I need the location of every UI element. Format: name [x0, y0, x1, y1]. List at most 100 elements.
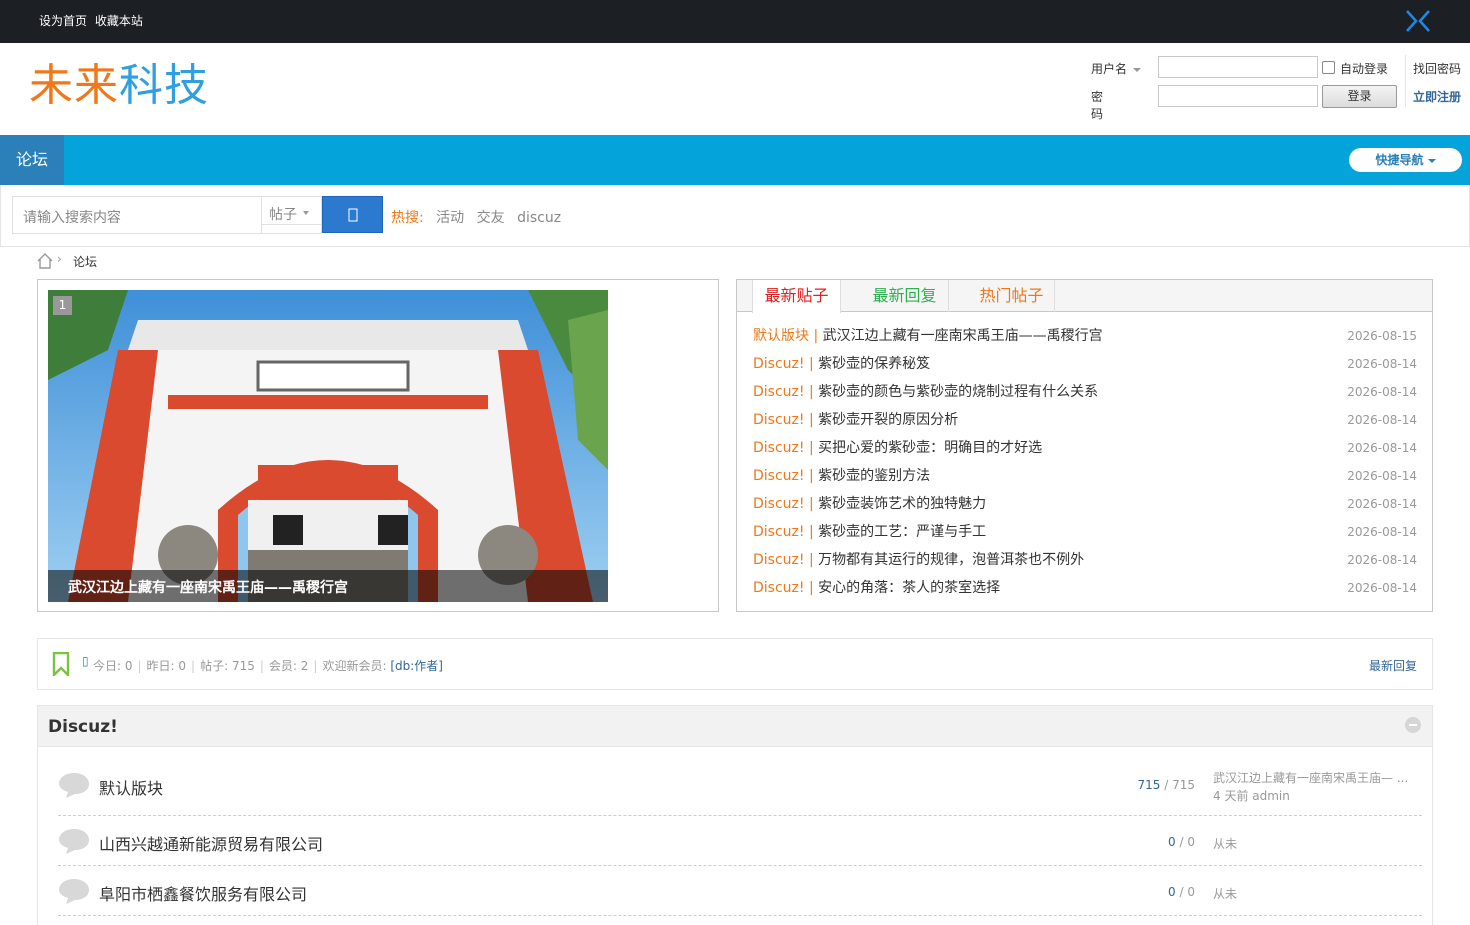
list-item[interactable]: Discuz! | 紫砂壶的颜色与紫砂壶的烧制过程有什么关系 2026-08-14 — [753, 382, 1417, 402]
thread-count: 0 — [1168, 885, 1176, 899]
username-type-select[interactable]: 用户名 — [1091, 60, 1142, 77]
post-title[interactable]: 武汉江边上藏有一座南宋禹王庙——禹稷行宫 — [823, 328, 1103, 344]
logo-part1: 未来 — [29, 60, 119, 111]
collapse-icon[interactable] — [1405, 717, 1421, 733]
post-date: 2026-08-14 — [1347, 469, 1417, 483]
list-item[interactable]: Discuz! | 紫砂壶装饰艺术的独特魅力 2026-08-14 — [753, 494, 1417, 514]
search-type-select[interactable]: 帖子 — [261, 196, 322, 234]
post-date: 2026-08-14 — [1347, 357, 1417, 371]
post-title[interactable]: 紫砂壶开裂的原因分析 — [818, 412, 958, 428]
slide-index[interactable]: 1 — [53, 296, 72, 315]
last-post-title[interactable]: 武汉江边上藏有一座南宋禹王庙— ... — [1213, 769, 1408, 786]
list-item[interactable]: Discuz! | 紫砂壶的鉴别方法 2026-08-14 — [753, 466, 1417, 486]
login-button[interactable]: 登录 — [1322, 85, 1397, 108]
post-forum[interactable]: Discuz! | — [753, 412, 814, 428]
search-input[interactable]: 请输入搜索内容 — [12, 196, 262, 234]
forum-counts: 715 / 715 — [1098, 778, 1196, 792]
post-title[interactable]: 紫砂壶的工艺：严谨与手工 — [818, 524, 986, 540]
slide-caption[interactable]: 武汉江边上藏有一座南宋禹王庙——禹稷行宫 — [48, 570, 608, 602]
forum-icon[interactable] — [58, 771, 90, 799]
register-link[interactable]: 立即注册 — [1413, 88, 1461, 105]
search-button[interactable] — [322, 196, 383, 233]
post-forum[interactable]: Discuz! | — [753, 496, 814, 512]
slide-image[interactable] — [48, 290, 608, 602]
list-item[interactable]: Discuz! | 万物都有其运行的规律，泡普洱茶也不例外 2026-08-14 — [753, 550, 1417, 570]
auto-login-checkbox[interactable] — [1322, 61, 1335, 74]
forum-group-title[interactable]: Discuz! — [48, 717, 118, 737]
tab-latest-replies[interactable]: 最新回复 — [861, 280, 949, 312]
hot-term[interactable]: 交友 — [477, 210, 505, 226]
auto-login-label[interactable]: 自动登录 — [1340, 60, 1388, 77]
forum-icon[interactable] — [58, 877, 90, 905]
set-home-link[interactable]: 设为首页 — [39, 14, 87, 28]
list-item[interactable]: Discuz! | 紫砂壶的工艺：严谨与手工 2026-08-14 — [753, 522, 1417, 542]
forum-name[interactable]: 默认版块 — [99, 775, 163, 799]
forum-name[interactable]: 山西兴越通新能源贸易有限公司 — [99, 831, 323, 855]
username-input[interactable] — [1158, 56, 1318, 78]
post-title[interactable]: 紫砂壶的保养秘笈 — [818, 356, 930, 372]
list-item[interactable]: Discuz! | 安心的角落：茶人的茶室选择 2026-08-14 — [753, 578, 1417, 598]
hot-term[interactable]: discuz — [517, 210, 561, 226]
list-item[interactable]: Discuz! | 买把心爱的紫砂壶：明确目的才好选 2026-08-14 — [753, 438, 1417, 458]
forum-row: 默认版块 715 / 715 武汉江边上藏有一座南宋禹王庙— ... 4 天前 … — [58, 758, 1422, 816]
news-panel: 最新贴子 最新回复 热门帖子 默认版块 | 武汉江边上藏有一座南宋禹王庙——禹稷… — [736, 279, 1433, 612]
post-forum[interactable]: Discuz! | — [753, 468, 814, 484]
post-date: 2026-08-14 — [1347, 525, 1417, 539]
home-icon[interactable] — [36, 252, 54, 270]
post-title[interactable]: 紫砂壶的颜色与紫砂壶的烧制过程有什么关系 — [818, 384, 1098, 400]
forgot-password-link[interactable]: 找回密码 — [1413, 60, 1461, 77]
latest-replies-link[interactable]: 最新回复 — [1369, 657, 1417, 674]
stat-members: 会员: 2 — [268, 659, 309, 673]
post-date: 2026-08-14 — [1347, 413, 1417, 427]
post-title[interactable]: 买把心爱的紫砂壶：明确目的才好选 — [818, 440, 1042, 456]
new-member-link[interactable]: [db:作者] — [390, 659, 443, 673]
stat-posts: 帖子: 715 — [200, 659, 255, 673]
password-input[interactable] — [1158, 85, 1318, 107]
breadcrumb-current[interactable]: 论坛 — [73, 253, 97, 270]
list-item[interactable]: Discuz! | 紫砂壶开裂的原因分析 2026-08-14 — [753, 410, 1417, 430]
stat-today: 今日: 0 — [93, 659, 133, 673]
chevron-down-icon — [303, 211, 309, 215]
post-count: / 715 — [1164, 778, 1195, 792]
post-forum[interactable]: Discuz! | — [753, 384, 814, 400]
site-logo[interactable]: 未来科技 — [29, 61, 209, 111]
post-forum[interactable]: Discuz! | — [753, 440, 814, 456]
quick-nav-button[interactable]: 快捷导航 — [1349, 148, 1462, 172]
post-title[interactable]: 安心的角落：茶人的茶室选择 — [818, 580, 1000, 596]
hot-term[interactable]: 活动 — [436, 210, 464, 226]
post-title[interactable]: 紫砂壶的鉴别方法 — [818, 468, 930, 484]
post-forum[interactable]: Discuz! | — [753, 580, 814, 596]
forum-name[interactable]: 阜阳市栖鑫餐饮服务有限公司 — [99, 881, 307, 905]
rss-icon[interactable]: ▯ — [82, 654, 89, 668]
quick-nav-label: 快捷导航 — [1375, 153, 1424, 167]
post-date: 2026-08-14 — [1347, 553, 1417, 567]
post-forum[interactable]: 默认版块 | — [753, 328, 818, 344]
close-icon[interactable] — [1404, 8, 1432, 34]
logo-part2: 科技 — [119, 60, 209, 111]
forum-group: Discuz! 默认版块 715 / 715 武汉江边上藏有一座南宋禹王庙— .… — [37, 705, 1433, 925]
password-label: 密码 — [1091, 90, 1104, 121]
tab-hot-posts[interactable]: 热门帖子 — [969, 280, 1055, 312]
forum-icon[interactable] — [58, 827, 90, 855]
divider: | — [137, 659, 142, 673]
list-item[interactable]: 默认版块 | 武汉江边上藏有一座南宋禹王庙——禹稷行宫 2026-08-15 — [753, 326, 1417, 346]
forum-counts: 0 / 0 — [1098, 885, 1195, 899]
divider: | — [313, 659, 318, 673]
forum-counts: 0 / 0 — [1098, 835, 1195, 849]
post-title[interactable]: 紫砂壶装饰艺术的独特魅力 — [818, 496, 986, 512]
hot-search-label: 热搜: — [391, 210, 424, 226]
nav-tab-forum[interactable]: 论坛 — [0, 135, 64, 185]
divider — [261, 224, 322, 225]
last-post-meta[interactable]: 4 天前 admin — [1213, 787, 1290, 804]
stat-yesterday: 昨日: 0 — [146, 659, 187, 673]
bookmark-link[interactable]: 收藏本站 — [95, 14, 143, 28]
post-forum[interactable]: Discuz! | — [753, 356, 814, 372]
hot-search: 热搜: 活动 交友 discuz — [391, 207, 569, 227]
list-item[interactable]: Discuz! | 紫砂壶的保养秘笈 2026-08-14 — [753, 354, 1417, 374]
tab-latest-posts[interactable]: 最新贴子 — [752, 280, 841, 313]
last-post-title: 从未 — [1213, 837, 1238, 851]
chevron-down-icon — [1427, 158, 1436, 163]
post-forum[interactable]: Discuz! | — [753, 552, 814, 568]
post-forum[interactable]: Discuz! | — [753, 524, 814, 540]
post-title[interactable]: 万物都有其运行的规律，泡普洱茶也不例外 — [818, 552, 1084, 568]
